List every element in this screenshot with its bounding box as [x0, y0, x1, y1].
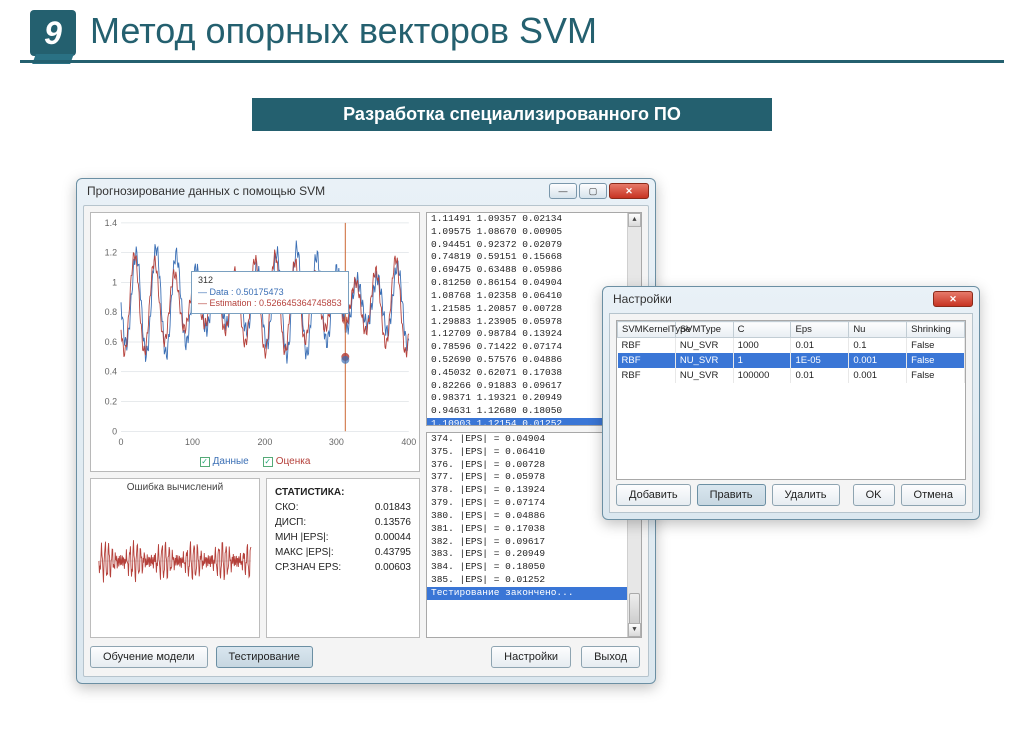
settings-dialog: Настройки ✕ SVMKernelTypeSVMTypeCEpsNuSh…: [602, 286, 980, 520]
chart-legend: ✓ Данные ✓ Оценка: [91, 456, 419, 467]
svg-text:0.4: 0.4: [105, 367, 117, 377]
train-model-button[interactable]: Обучение модели: [90, 646, 208, 668]
ok-button[interactable]: OK: [853, 484, 895, 506]
dialog-titlebar[interactable]: Настройки ✕: [603, 287, 979, 311]
error-chart-svg: [91, 496, 259, 626]
left-button-group: Обучение модели Тестирование: [90, 646, 313, 668]
scroll-down-icon[interactable]: ▼: [628, 623, 641, 637]
list-item[interactable]: 1.09575 1.08670 0.00905: [427, 226, 641, 239]
main-chart-svg: 0 0.2 0.4 0.6 0.8 1 1.2 1.4 0 100 200 300 400: [91, 213, 419, 471]
slide-number-badge: 9: [30, 10, 76, 56]
exit-button[interactable]: Выход: [581, 646, 640, 668]
dialog-title: Настройки: [613, 292, 672, 306]
add-button[interactable]: Добавить: [616, 484, 691, 506]
error-chart-title: Ошибка вычислений: [91, 479, 259, 496]
svg-text:1.2: 1.2: [105, 248, 117, 258]
list-item[interactable]: 1.11491 1.09357 0.02134: [427, 213, 641, 226]
main-titlebar[interactable]: Прогнозирование данных с помощью SVM — ▢…: [77, 179, 655, 203]
list-item[interactable]: 384. |EPS| = 0.18050: [427, 561, 641, 574]
column-header[interactable]: SVMKernelType: [618, 322, 676, 338]
stats-row: СР.ЗНАЧ EPS:0.00603: [275, 560, 411, 575]
close-button[interactable]: ✕: [609, 183, 649, 199]
svg-text:0.8: 0.8: [105, 307, 117, 317]
table-row[interactable]: RBFNU_SVR1000000.010.001False: [618, 368, 965, 383]
column-header[interactable]: C: [733, 322, 791, 338]
main-window-body: 00.20.4 0.60.81 1.21.4 0100200 300400 3: [83, 205, 649, 677]
slide-title: Метод опорных векторов SVM: [90, 10, 597, 52]
stats-row: СКО:0.01843: [275, 500, 411, 515]
cancel-button[interactable]: Отмена: [901, 484, 966, 506]
legend-estimation[interactable]: ✓ Оценка: [263, 456, 311, 467]
window-controls: — ▢ ✕: [549, 183, 649, 199]
stats-row: МИН |EPS|:0.00044: [275, 530, 411, 545]
slide-header: 9 Метод опорных векторов SVM: [20, 10, 1004, 70]
tooltip-estimation: — Estimation : 0.526645364745853: [198, 298, 342, 310]
error-chart-panel: Ошибка вычислений: [90, 478, 260, 638]
svg-text:0.6: 0.6: [105, 337, 117, 347]
stats-row: ДИСП:0.13576: [275, 515, 411, 530]
tooltip-index: 312: [198, 275, 342, 287]
dialog-right-buttons: OK Отмена: [853, 484, 966, 506]
settings-grid[interactable]: SVMKernelTypeSVMTypeCEpsNuShrinking RBFN…: [616, 320, 966, 480]
svg-text:0: 0: [112, 426, 117, 436]
table-row[interactable]: RBFNU_SVR10000.010.1False: [618, 338, 965, 354]
svg-text:0.2: 0.2: [105, 397, 117, 407]
list-item[interactable]: Тестирование закончено...: [427, 587, 641, 600]
list-item[interactable]: 381. |EPS| = 0.17038: [427, 523, 641, 536]
slide-divider: [20, 60, 1004, 63]
scroll-thumb[interactable]: [629, 593, 640, 625]
svg-text:0: 0: [119, 437, 124, 447]
test-button[interactable]: Тестирование: [216, 646, 313, 668]
main-window-title: Прогнозирование данных с помощью SVM: [87, 184, 325, 198]
svg-text:1: 1: [112, 277, 117, 287]
legend-data[interactable]: ✓ Данные: [200, 456, 249, 467]
tooltip-data: — Data : 0.50175473: [198, 287, 342, 299]
stats-heading: СТАТИСТИКА:: [275, 485, 411, 500]
stats-panel: СТАТИСТИКА: СКО:0.01843ДИСП:0.13576МИН |…: [266, 478, 420, 638]
dialog-left-buttons: Добавить Править Удалить: [616, 484, 840, 506]
svg-text:200: 200: [257, 437, 272, 447]
section-banner: Разработка специализированного ПО: [252, 98, 772, 131]
main-chart[interactable]: 00.20.4 0.60.81 1.21.4 0100200 300400 3: [90, 212, 420, 472]
edit-button[interactable]: Править: [697, 484, 766, 506]
maximize-button[interactable]: ▢: [579, 183, 607, 199]
column-header[interactable]: Nu: [849, 322, 907, 338]
column-header[interactable]: Eps: [791, 322, 849, 338]
svg-text:1.4: 1.4: [105, 218, 117, 228]
stats-row: МАКС |EPS|:0.43795: [275, 545, 411, 560]
list-item[interactable]: 0.69475 0.63488 0.05986: [427, 264, 641, 277]
column-header[interactable]: Shrinking: [907, 322, 965, 338]
list-item[interactable]: 383. |EPS| = 0.20949: [427, 548, 641, 561]
close-button[interactable]: ✕: [933, 291, 973, 307]
delete-button[interactable]: Удалить: [772, 484, 840, 506]
column-header[interactable]: SVMType: [675, 322, 733, 338]
settings-button[interactable]: Настройки: [491, 646, 571, 668]
main-window: Прогнозирование данных с помощью SVM — ▢…: [76, 178, 656, 684]
checkbox-icon: ✓: [263, 457, 273, 467]
svg-text:100: 100: [185, 437, 200, 447]
minimize-button[interactable]: —: [549, 183, 577, 199]
checkbox-icon: ✓: [200, 457, 210, 467]
list-item[interactable]: 385. |EPS| = 0.01252: [427, 574, 641, 587]
window-controls: ✕: [933, 291, 973, 307]
chart-tooltip: 312 — Data : 0.50175473 — Estimation : 0…: [191, 271, 349, 314]
list-item[interactable]: 0.74819 0.59151 0.15668: [427, 251, 641, 264]
table-row[interactable]: RBFNU_SVR11E-050.001False: [618, 353, 965, 368]
svg-text:300: 300: [329, 437, 344, 447]
svg-text:400: 400: [401, 437, 416, 447]
list-item[interactable]: 0.94451 0.92372 0.02079: [427, 239, 641, 252]
scroll-up-icon[interactable]: ▲: [628, 213, 641, 227]
dialog-body: SVMKernelTypeSVMTypeCEpsNuShrinking RBFN…: [609, 313, 973, 513]
list-item[interactable]: 382. |EPS| = 0.09617: [427, 536, 641, 549]
right-button-group: Настройки Выход: [491, 646, 640, 668]
